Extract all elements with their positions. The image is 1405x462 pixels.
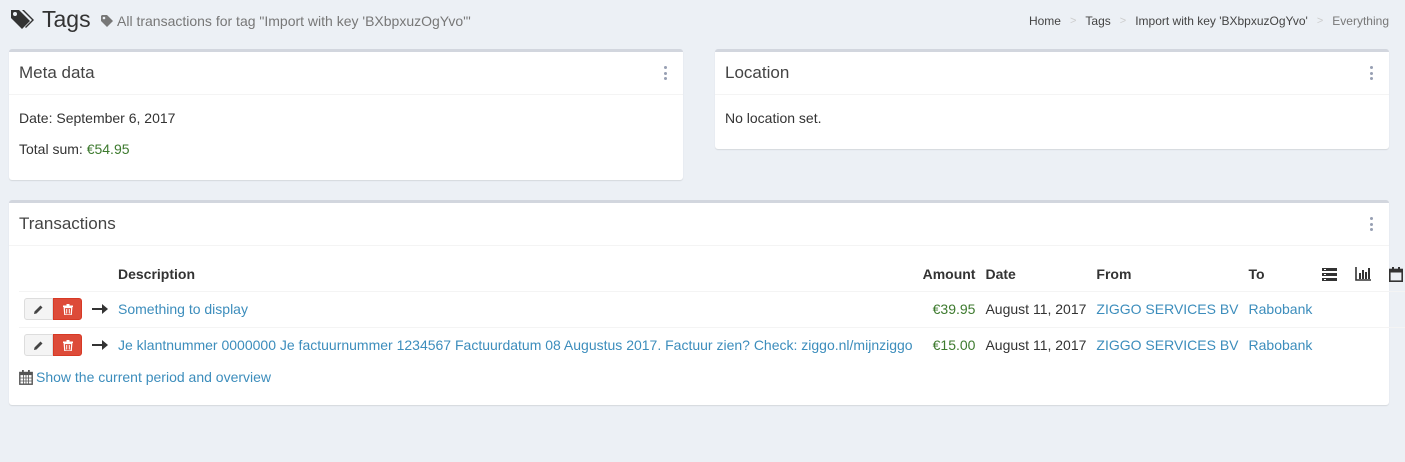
breadcrumb-separator: > — [1316, 15, 1324, 27]
overview-link-row: Show the current period and overview — [19, 369, 1379, 385]
more-options-icon[interactable] — [1367, 217, 1375, 231]
transactions-body: Description Amount Date From To Somethin… — [9, 246, 1405, 395]
meta-total-value: €54.95 — [86, 141, 130, 157]
header-actions — [19, 258, 87, 292]
location-body: No location set. — [715, 95, 1389, 140]
edit-button[interactable] — [24, 298, 53, 320]
transactions-box-header: Transactions — [9, 203, 1389, 246]
calendar-icon — [19, 369, 33, 385]
header-date[interactable]: Date — [980, 258, 1092, 292]
more-options-icon[interactable] — [1367, 66, 1375, 80]
meta-data-box-header: Meta data — [9, 52, 683, 95]
content-header: Tags All transactions for tag "Import wi… — [0, 0, 1405, 44]
table-row: Je klantnummer 0000000 Je factuurnummer … — [19, 326, 1405, 363]
transaction-from-link[interactable]: ZIGGO SERVICES BV — [1096, 337, 1238, 353]
meta-data-title: Meta data — [19, 63, 95, 82]
transaction-description-link[interactable]: Something to display — [118, 301, 248, 317]
page-title-text: Tags — [42, 6, 91, 32]
more-options-icon[interactable] — [661, 66, 669, 80]
transactions-title: Transactions — [19, 214, 116, 233]
breadcrumb: Home > Tags > Import with key 'BXbpxuzOg… — [1029, 14, 1389, 28]
calendar-icon[interactable] — [1389, 266, 1404, 282]
breadcrumb-tag[interactable]: Import with key 'BXbpxuzOgYvo' — [1135, 14, 1308, 28]
meta-data-box: Meta data Date: September 6, 2017 Total … — [9, 49, 683, 180]
show-period-overview-link[interactable]: Show the current period and overview — [36, 369, 271, 385]
transaction-from-link[interactable]: ZIGGO SERVICES BV — [1096, 301, 1238, 317]
location-text: No location set. — [725, 110, 822, 126]
header-amount[interactable]: Amount — [917, 258, 981, 292]
header-description[interactable]: Description — [113, 258, 918, 292]
meta-date: Date: September 6, 2017 — [19, 110, 176, 126]
transaction-amount: €15.00 — [917, 326, 981, 363]
page-title: Tags — [10, 6, 91, 33]
bar-chart-icon[interactable] — [1355, 267, 1372, 282]
row-actions — [19, 290, 87, 327]
header-type — [87, 258, 113, 292]
transactions-box: Transactions Description Amount Date Fro… — [9, 200, 1405, 405]
meta-data-body: Date: September 6, 2017 Total sum: €54.9… — [9, 95, 683, 171]
location-box: Location No location set. — [715, 49, 1389, 149]
edit-button[interactable] — [24, 334, 53, 357]
page-subtitle: All transactions for tag "Import with ke… — [100, 13, 471, 29]
table-row: Something to display €39.95 August 11, 2… — [19, 290, 1405, 327]
table-header-row: Description Amount Date From To — [19, 258, 1405, 292]
delete-button[interactable] — [53, 298, 82, 320]
transaction-to-link[interactable]: Rabobank — [1249, 337, 1313, 353]
meta-total: Total sum: €54.95 — [19, 141, 673, 161]
header-icons — [1317, 258, 1405, 292]
breadcrumb-everything: Everything — [1332, 14, 1389, 28]
transactions-table: Description Amount Date From To Somethin… — [19, 258, 1405, 363]
tag-icon — [100, 14, 114, 28]
meta-total-label: Total sum: — [19, 141, 83, 157]
transaction-date: August 11, 2017 — [980, 326, 1092, 363]
transaction-date: August 11, 2017 — [980, 290, 1092, 327]
row-actions — [19, 326, 87, 363]
trash-icon — [62, 339, 73, 351]
page-subtitle-text: All transactions for tag "Import with ke… — [117, 13, 471, 29]
row-empty-cell — [1317, 290, 1405, 327]
tags-icon — [10, 7, 36, 33]
pencil-icon — [34, 305, 43, 314]
row-empty-cell — [1317, 326, 1405, 363]
list-icon[interactable] — [1322, 267, 1338, 281]
breadcrumb-home[interactable]: Home — [1029, 14, 1061, 28]
breadcrumb-tags[interactable]: Tags — [1085, 14, 1110, 28]
trash-icon — [62, 303, 73, 315]
breadcrumb-separator: > — [1119, 15, 1127, 27]
delete-button[interactable] — [53, 334, 82, 357]
transfer-arrow-icon — [87, 290, 113, 327]
location-box-header: Location — [715, 52, 1389, 95]
transaction-amount: €39.95 — [917, 290, 981, 327]
pencil-icon — [34, 341, 43, 350]
transaction-to-link[interactable]: Rabobank — [1249, 301, 1313, 317]
header-to[interactable]: To — [1243, 258, 1318, 292]
location-title: Location — [725, 63, 790, 82]
transaction-description-link[interactable]: Je klantnummer 0000000 Je factuurnummer … — [118, 337, 913, 353]
breadcrumb-separator: > — [1069, 15, 1077, 27]
transfer-arrow-icon — [87, 326, 113, 363]
header-from[interactable]: From — [1091, 258, 1244, 292]
